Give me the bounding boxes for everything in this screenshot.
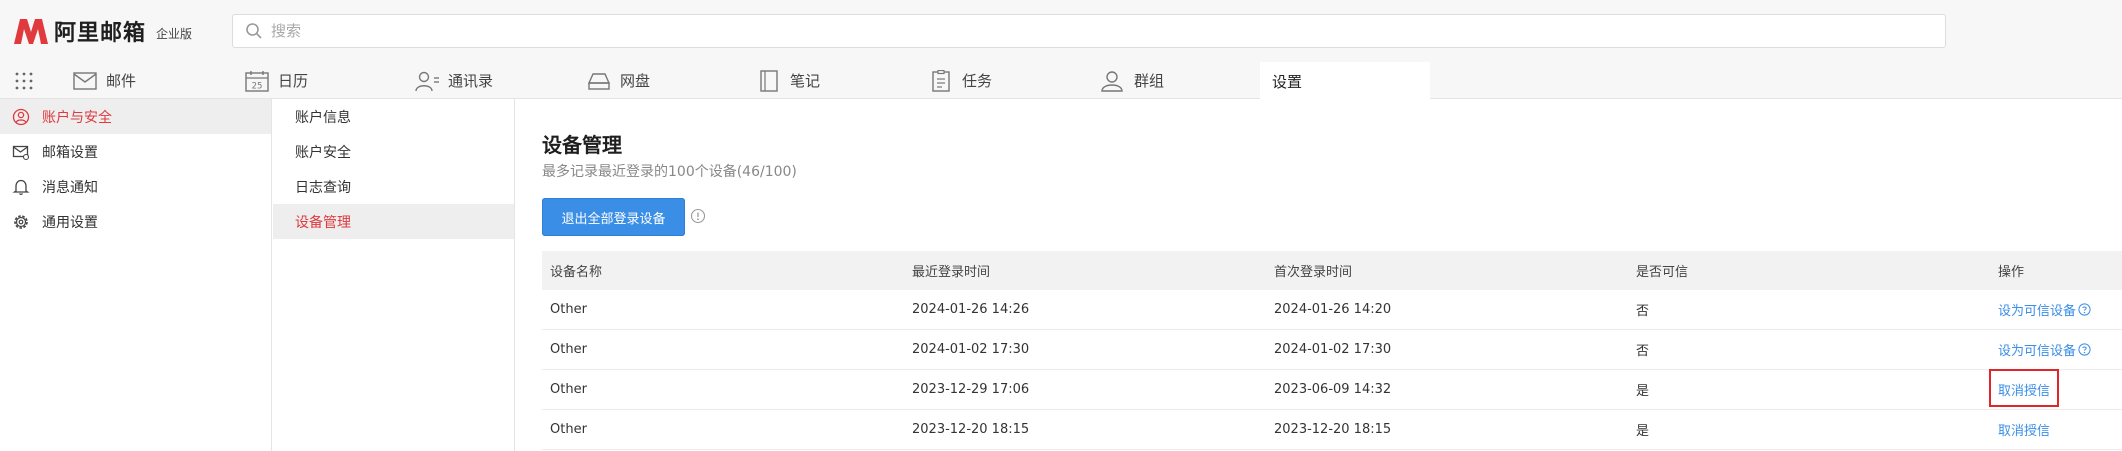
column-header-trusted: 是否可信 (1636, 265, 1689, 280)
sidebar-item-label: 账户与安全 (42, 109, 112, 126)
sidebar-item-general-settings[interactable]: 通用设置 (0, 204, 271, 239)
cell-device: Other (550, 422, 587, 437)
cell-last-login: 2023-12-20 18:15 (912, 422, 1030, 437)
table-row: Other 2023-12-20 18:15 2023-12-20 18:15 … (542, 410, 2122, 450)
tab-contacts-label: 通讯录 (448, 72, 494, 90)
help-circle-icon[interactable] (2078, 303, 2091, 316)
info-icon[interactable] (690, 208, 706, 224)
cell-first-login: 2024-01-02 17:30 (1274, 342, 1392, 357)
tab-groups[interactable]: 群组 (1100, 62, 1164, 99)
table-row: Other 2024-01-26 14:26 2024-01-26 14:20 … (542, 290, 2122, 330)
table-row: Other 2024-01-02 17:30 2024-01-02 17:30 … (542, 330, 2122, 370)
drive-icon (587, 72, 611, 90)
cell-action: 取消授信 (1989, 369, 2122, 407)
submenu-item-log-query[interactable]: 日志查询 (273, 169, 514, 204)
svg-text:25: 25 (252, 81, 263, 91)
set-trusted-device-link[interactable]: 设为可信设备 (1998, 300, 2091, 319)
tab-drive-label: 网盘 (620, 72, 651, 90)
cell-last-login: 2024-01-26 14:26 (912, 302, 1030, 317)
column-header-last-login: 最近登录时间 (912, 265, 991, 280)
tab-groups-label: 群组 (1134, 72, 1165, 90)
cell-first-login: 2023-06-09 14:32 (1274, 382, 1392, 397)
column-header-device: 设备名称 (550, 265, 603, 280)
groups-icon (1101, 70, 1123, 92)
tab-drive[interactable]: 网盘 (586, 62, 650, 99)
search-icon (246, 23, 262, 39)
logo[interactable]: 阿里邮箱 企业版 (12, 14, 192, 48)
logo-edition: 企业版 (156, 26, 193, 41)
tab-mail-label: 邮件 (106, 72, 137, 90)
tab-settings-label: 设置 (1272, 72, 1303, 91)
submenu-item-account-info[interactable]: 账户信息 (273, 99, 514, 134)
cell-device: Other (550, 302, 587, 317)
revoke-trust-link[interactable]: 取消授信 (1998, 420, 2050, 439)
top-header: 阿里邮箱 企业版 (0, 0, 2122, 62)
table-row: Other 2023-12-29 17:06 2023-06-09 14:32 … (542, 369, 2122, 410)
account-submenu: 账户信息 账户安全 日志查询 设备管理 (273, 99, 515, 451)
user-circle-icon (12, 108, 30, 125)
tab-notes[interactable]: 笔记 (756, 62, 820, 99)
cell-trusted: 否 (1636, 344, 1650, 359)
apps-grid-icon[interactable] (14, 71, 34, 91)
tab-contacts[interactable]: 通讯录 (414, 62, 493, 99)
cell-last-login: 2023-12-29 17:06 (912, 382, 1030, 397)
cell-trusted: 是 (1636, 424, 1650, 439)
mail-settings-icon (12, 145, 30, 160)
column-header-action: 操作 (1998, 265, 2025, 280)
tab-tasks-label: 任务 (962, 72, 993, 90)
search-box[interactable] (232, 14, 1946, 48)
submenu-item-device-management[interactable]: 设备管理 (273, 204, 514, 239)
cell-device: Other (550, 382, 587, 397)
cell-last-login: 2024-01-02 17:30 (912, 342, 1030, 357)
cell-first-login: 2023-12-20 18:15 (1274, 422, 1392, 437)
tab-mail[interactable]: 邮件 (72, 62, 136, 99)
column-header-first-login: 首次登录时间 (1274, 265, 1353, 280)
page-title: 设备管理 (542, 133, 622, 157)
sidebar-item-mailbox-settings[interactable]: 邮箱设置 (0, 134, 271, 169)
cell-first-login: 2024-01-26 14:20 (1274, 302, 1392, 317)
tab-calendar[interactable]: 25 日历 (244, 62, 308, 99)
tasks-icon (932, 69, 950, 92)
search-input[interactable] (271, 22, 1911, 40)
submenu-item-account-security[interactable]: 账户安全 (273, 134, 514, 169)
app-nav: 邮件 25 日历 通讯录 网盘 笔记 任务 群组 设置 (0, 62, 2122, 100)
device-table: 设备名称 最近登录时间 首次登录时间 是否可信 操作 Other 2024-01… (542, 251, 2122, 450)
tab-tasks[interactable]: 任务 (928, 62, 992, 99)
help-circle-icon[interactable] (2078, 343, 2091, 356)
cell-action: 设为可信设备 (1990, 300, 2122, 319)
mail-icon (73, 71, 97, 90)
sidebar-item-label: 邮箱设置 (42, 144, 98, 161)
cell-device: Other (550, 342, 587, 357)
set-trusted-device-link[interactable]: 设为可信设备 (1998, 340, 2091, 359)
gear-icon (14, 214, 28, 229)
logo-text: 阿里邮箱 (54, 21, 147, 46)
logout-all-devices-button[interactable]: 退出全部登录设备 (542, 198, 685, 236)
sidebar-item-account-security[interactable]: 账户与安全 (0, 99, 271, 134)
bell-icon (12, 179, 30, 195)
cell-trusted: 是 (1636, 384, 1650, 399)
cell-action: 设为可信设备 (1990, 340, 2122, 359)
revoke-trust-link[interactable]: 取消授信 (1998, 380, 2050, 399)
tab-settings[interactable]: 设置 (1260, 62, 1430, 100)
tab-notes-label: 笔记 (790, 72, 821, 90)
settings-sidebar: 账户与安全 邮箱设置 消息通知 通用设置 (0, 99, 272, 451)
tab-calendar-label: 日历 (278, 72, 309, 90)
calendar-icon: 25 (245, 70, 269, 92)
sidebar-item-label: 通用设置 (42, 214, 98, 231)
sidebar-item-label: 消息通知 (42, 179, 98, 196)
sidebar-item-notifications[interactable]: 消息通知 (0, 169, 271, 204)
device-management-panel: 设备管理 最多记录最近登录的100个设备(46/100) 退出全部登录设备 设备… (516, 99, 2122, 451)
cell-action: 取消授信 (1990, 420, 2122, 439)
page-subtitle: 最多记录最近登录的100个设备(46/100) (542, 164, 797, 180)
contacts-icon (415, 71, 439, 91)
cell-trusted: 否 (1636, 304, 1650, 319)
aliyun-mail-logo-icon (14, 19, 48, 44)
notes-icon (760, 69, 778, 92)
table-header: 设备名称 最近登录时间 首次登录时间 是否可信 操作 (542, 251, 2122, 290)
